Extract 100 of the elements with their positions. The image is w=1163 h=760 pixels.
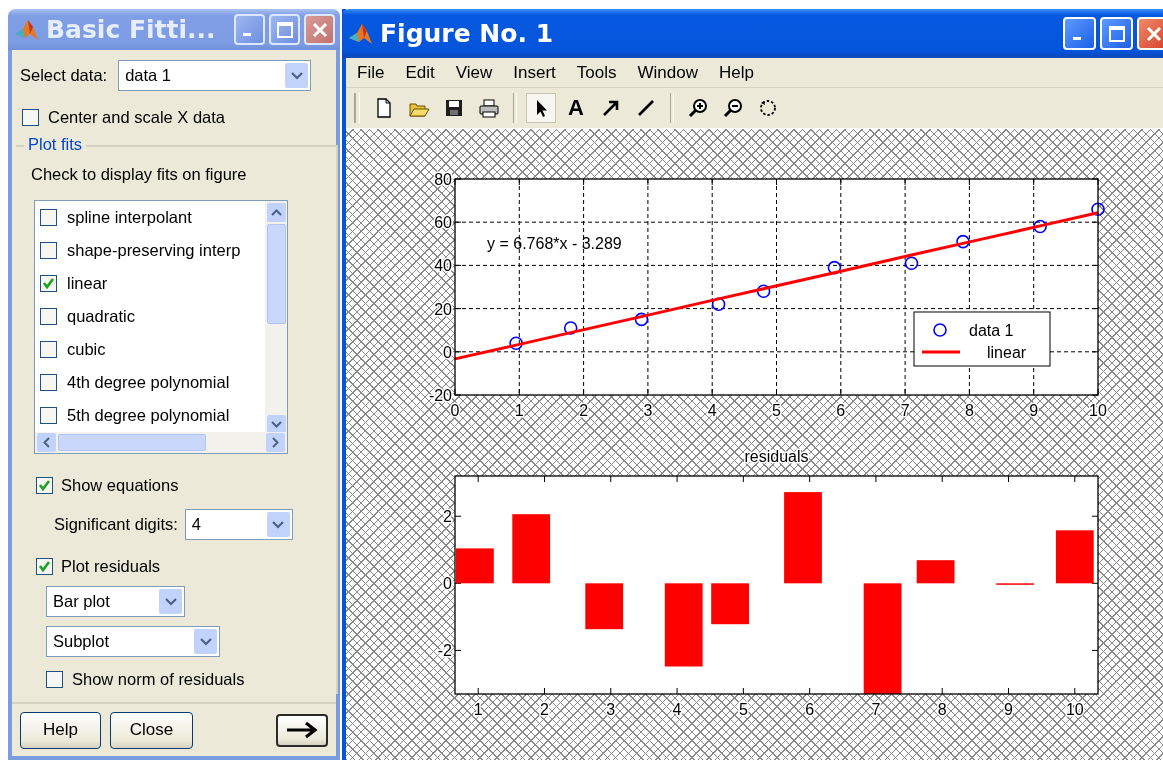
fit-list[interactable]: spline interpolant shape-preserving interp linear quadratic cubic 4th degree polynomial 5th degree polynomial <box>34 200 288 454</box>
fit-option-label[interactable]: 5th degree polynomial <box>67 406 230 425</box>
checkbox[interactable] <box>40 407 57 424</box>
fit-option-label[interactable]: 4th degree polynomial <box>67 373 230 392</box>
minimize-icon <box>243 32 251 36</box>
close-button[interactable] <box>304 14 335 45</box>
plot-location-dropdown[interactable]: Subplot <box>46 626 220 657</box>
maximize-button[interactable] <box>269 14 300 45</box>
menu-item[interactable]: View <box>445 62 504 83</box>
menu-item[interactable]: Edit <box>395 62 446 83</box>
checkbox[interactable] <box>40 374 57 391</box>
tick-label: 5 <box>772 402 781 419</box>
window-title: Basic Fitti... <box>45 15 217 44</box>
checkbox-label[interactable]: Show norm of residuals <box>72 670 245 689</box>
window-title: Figure No. 1 <box>379 19 555 48</box>
tick-label: 0 <box>443 343 452 361</box>
tick-label: 3 <box>643 402 653 419</box>
printer-icon[interactable] <box>478 97 500 119</box>
tick-label: 10 <box>1065 701 1084 718</box>
tick-label: 6 <box>805 701 815 718</box>
checkbox-label[interactable]: Show equations <box>61 476 179 495</box>
scroll-up-icon[interactable] <box>266 203 286 222</box>
horizontal-scrollbar[interactable] <box>35 432 287 453</box>
close-icon <box>1144 24 1163 43</box>
legend-label: data 1 <box>969 322 1014 339</box>
plot-type-dropdown[interactable]: Bar plot <box>46 586 185 617</box>
tick-label: 9 <box>1029 402 1039 419</box>
select-data-label: Select data: <box>20 66 108 85</box>
tick-label: 2 <box>540 701 549 718</box>
right-arrow-icon <box>285 721 319 739</box>
tick-label: 3 <box>606 701 616 718</box>
menu-item[interactable]: Insert <box>503 62 567 83</box>
tick-label: 60 <box>434 214 452 232</box>
menu-item[interactable]: Tools <box>566 62 628 83</box>
fit-option-label[interactable]: quadratic <box>67 307 135 326</box>
minimize-icon <box>1073 36 1081 40</box>
chart-title: residuals <box>744 448 809 465</box>
checkbox[interactable] <box>40 308 57 325</box>
data-dropdown[interactable]: data 1 <box>118 60 312 91</box>
tick-label: 0 <box>443 575 452 593</box>
tick-label: 4 <box>672 701 682 718</box>
fit-option-label[interactable]: linear <box>67 274 108 293</box>
equation-text: y = 6.768*x - 3.289 <box>487 235 622 252</box>
hint-text: Check to display fits on figure <box>31 165 248 184</box>
tick-label: 7 <box>871 701 881 718</box>
scroll-right-icon[interactable] <box>266 433 285 452</box>
checkbox[interactable] <box>40 341 57 358</box>
tick-label: -2 <box>437 642 452 660</box>
text-tool-icon[interactable]: A <box>565 97 587 119</box>
tick-label: 20 <box>434 300 452 318</box>
tick-label: 5 <box>738 701 748 718</box>
checkbox[interactable] <box>36 558 53 575</box>
digits-dropdown[interactable]: 4 <box>184 509 293 540</box>
chevron-down-icon[interactable] <box>194 629 217 654</box>
checkbox[interactable] <box>46 671 63 688</box>
tick-label: -20 <box>428 387 452 404</box>
tick-label: 6 <box>836 402 846 419</box>
fit-option-label[interactable]: cubic <box>67 340 106 359</box>
toolbar-grip <box>354 93 360 123</box>
checkbox-label[interactable]: Center and scale X data <box>48 108 226 127</box>
tick-label: 1 <box>514 402 524 419</box>
chevron-down-icon[interactable] <box>266 512 290 537</box>
tick-label: 1 <box>473 701 483 718</box>
tick-label: 8 <box>937 701 947 718</box>
toolbar-separator <box>513 93 517 123</box>
zoom-in-icon[interactable] <box>687 97 709 119</box>
scroll-thumb[interactable] <box>58 434 206 451</box>
chevron-down-icon[interactable] <box>285 63 309 88</box>
checkbox[interactable] <box>40 275 57 292</box>
fit-option-label[interactable]: shape-preserving interp <box>67 241 241 260</box>
minimize-button[interactable] <box>234 14 265 45</box>
checkbox-label[interactable]: Plot residuals <box>61 557 161 576</box>
help-button[interactable]: Help <box>20 711 101 749</box>
rotate-icon[interactable] <box>757 97 779 119</box>
scroll-thumb[interactable] <box>266 224 286 324</box>
zoom-out-icon[interactable] <box>722 97 744 119</box>
tick-label: 7 <box>900 402 910 419</box>
tick-label: 2 <box>579 402 589 419</box>
tick-label: 10 <box>1089 402 1107 419</box>
arrow-button[interactable] <box>276 713 328 747</box>
maximize-icon <box>275 20 294 39</box>
legend-label: linear <box>987 344 1027 361</box>
menu-item[interactable]: Help <box>708 62 765 83</box>
tick-label: 9 <box>1004 701 1013 718</box>
fit-option-label[interactable]: spline interpolant <box>67 208 192 227</box>
scroll-down-icon[interactable] <box>266 415 286 434</box>
significant-digits-label: Significant digits: <box>54 515 178 534</box>
checkbox[interactable] <box>40 242 57 259</box>
scroll-left-icon[interactable] <box>37 433 56 452</box>
tick-label: 0 <box>450 402 460 419</box>
checkbox[interactable] <box>22 109 39 126</box>
checkbox[interactable] <box>40 209 57 226</box>
menu-item[interactable]: Window <box>627 62 709 83</box>
pointer-icon[interactable] <box>526 93 556 123</box>
close-button[interactable]: Close <box>110 711 193 749</box>
toolbar-separator <box>670 93 674 123</box>
tick-label: 80 <box>434 171 452 188</box>
chevron-down-icon[interactable] <box>159 589 182 614</box>
menu-item[interactable]: File <box>347 62 396 83</box>
checkbox[interactable] <box>36 477 53 494</box>
